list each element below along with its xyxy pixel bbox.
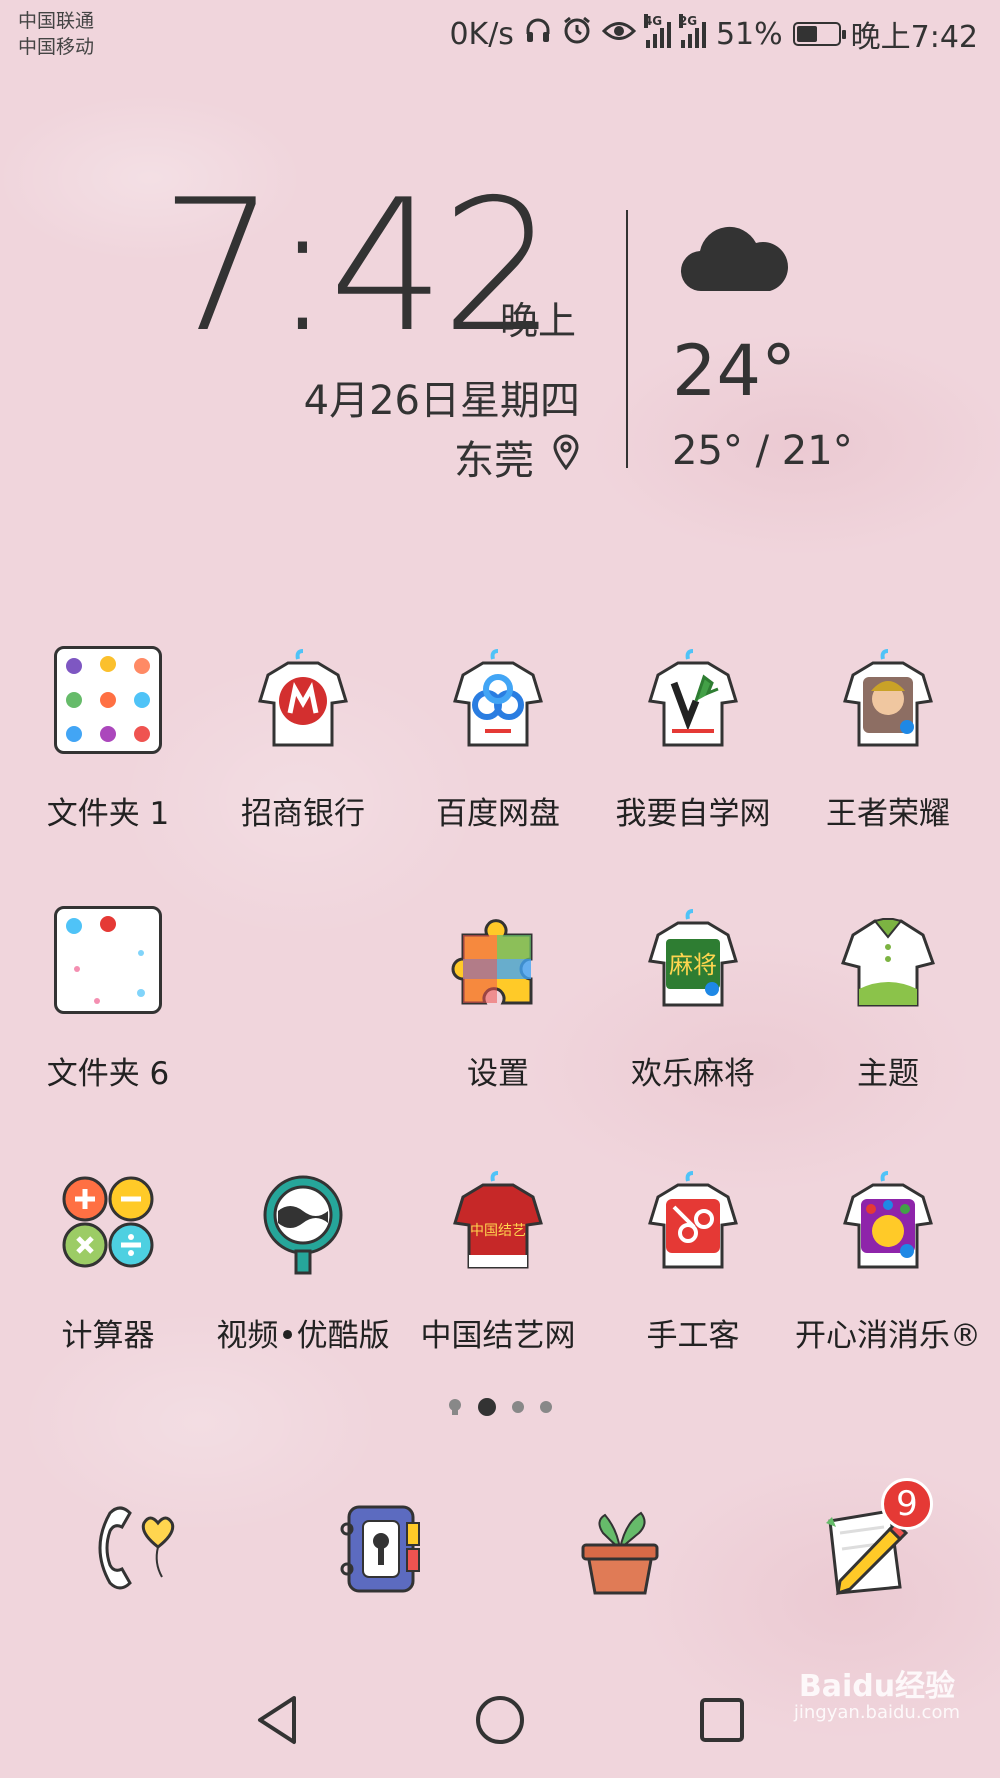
carrier-labels: 中国联通 中国移动 — [18, 8, 94, 60]
svg-text:麻将: 麻将 — [669, 951, 717, 979]
settings-puzzle-icon — [438, 900, 558, 1020]
weather-range: 25° / 21° — [672, 428, 853, 474]
app-calculator[interactable]: 计算器 — [10, 1162, 206, 1382]
app-baidu-netdisk[interactable]: 百度网盘 — [400, 640, 596, 860]
cloud-icon — [680, 215, 790, 299]
clock-time: 7:42 — [160, 160, 557, 372]
contacts-book-icon — [323, 1493, 433, 1607]
eye-comfort-icon — [601, 17, 637, 52]
app-label: 视频•优酷版 — [216, 1318, 390, 1354]
weather-temperature: 24° — [672, 330, 797, 412]
app-label: 计算器 — [61, 1318, 155, 1354]
app-cmb[interactable]: 招商银行 — [205, 640, 401, 860]
carrier-2: 中国移动 — [18, 36, 95, 58]
status-time: 晚上7:42 — [850, 20, 978, 55]
app-woyaozixue[interactable]: 我要自学网 — [595, 640, 791, 860]
clock-ampm: 晚上 — [500, 299, 577, 343]
dock-notes[interactable]: 9 — [805, 1478, 933, 1610]
app-label: 王者荣耀 — [826, 796, 950, 832]
app-folder-6[interactable]: 文件夹 6 — [10, 900, 206, 1120]
net-speed: 0K/s — [449, 16, 514, 52]
chinese-knot-icon: 中国结艺 — [438, 1162, 558, 1282]
battery-percent: 51% — [715, 16, 783, 52]
status-bar: 中国联通 中国移动 0K/s 4G 2G 51% 晚上7:42 — [0, 0, 1000, 64]
city-name: 东莞 — [454, 438, 534, 484]
dock-plant[interactable] — [560, 1490, 680, 1610]
status-icons: 0K/s 4G 2G 51% 晚上7:42 — [449, 14, 978, 55]
plant-pot-icon — [565, 1493, 675, 1607]
watermark-sub: jingyan.baidu.com — [793, 1702, 960, 1723]
app-label: 我要自学网 — [615, 796, 771, 832]
app-label: 中国结艺网 — [420, 1318, 576, 1354]
dock-contacts[interactable] — [318, 1490, 438, 1610]
page-dot-active[interactable] — [478, 1398, 496, 1416]
app-label: 欢乐麻将 — [631, 1056, 755, 1092]
page-dot[interactable] — [540, 1401, 552, 1413]
carrier-1: 中国联通 — [18, 10, 95, 32]
app-mahjong[interactable]: 麻将 欢乐麻将 — [595, 900, 791, 1120]
signal-2-icon: 2G — [678, 14, 706, 48]
watermark-main: Baidu经验 — [798, 1669, 956, 1704]
app-label: 招商银行 — [241, 796, 365, 832]
folder-icon — [48, 640, 168, 760]
clock-date: 4月26日星期四 — [303, 378, 580, 424]
clock-city: 东莞 — [454, 428, 580, 486]
nav-back-button[interactable] — [248, 1690, 308, 1750]
app-label: 手工客 — [646, 1318, 740, 1354]
app-wangzhe[interactable]: 王者荣耀 — [790, 640, 986, 860]
notification-badge: 9 — [881, 1478, 933, 1530]
app-settings[interactable]: 设置 — [400, 900, 596, 1120]
alarm-icon — [562, 15, 592, 53]
cmb-bank-icon — [243, 640, 363, 760]
theme-shirt-icon — [828, 900, 948, 1020]
app-label: 开心消消乐® — [795, 1318, 981, 1354]
nav-recents-button[interactable] — [692, 1690, 752, 1750]
app-label: 文件夹 1 — [46, 796, 170, 832]
folder-icon — [48, 900, 168, 1020]
phone-heart-icon — [80, 1493, 190, 1607]
mahjong-icon: 麻将 — [633, 900, 753, 1020]
app-knot[interactable]: 中国结艺 中国结艺网 — [400, 1162, 596, 1382]
baidu-watermark: Baidu经验 jingyan.baidu.com — [794, 1670, 960, 1723]
shougongke-icon — [633, 1162, 753, 1282]
app-label: 百度网盘 — [436, 796, 560, 832]
app-shougongke[interactable]: 手工客 — [595, 1162, 791, 1382]
happy-elimination-icon — [828, 1162, 948, 1282]
app-label: 主题 — [857, 1056, 919, 1092]
app-label: 文件夹 6 — [46, 1056, 170, 1092]
battery-icon — [792, 22, 846, 46]
nav-home-button[interactable] — [470, 1690, 530, 1750]
baidu-netdisk-icon — [438, 640, 558, 760]
app-label: 设置 — [467, 1056, 529, 1092]
app-xiaoxiaole[interactable]: 开心消消乐® — [790, 1162, 986, 1382]
svg-text:中国结艺: 中国结艺 — [470, 1223, 526, 1239]
youku-icon — [243, 1162, 363, 1282]
page-indicator[interactable] — [0, 1398, 1000, 1416]
app-folder-1[interactable]: 文件夹 1 — [10, 640, 206, 860]
signal-1-icon: 4G — [643, 14, 671, 48]
app-theme[interactable]: 主题 — [790, 900, 986, 1120]
honor-of-kings-icon — [828, 640, 948, 760]
app-youku[interactable]: 视频•优酷版 — [205, 1162, 401, 1382]
page-dot[interactable] — [512, 1401, 524, 1413]
bulb-icon[interactable] — [448, 1398, 462, 1416]
widget-divider — [626, 210, 628, 468]
location-pin-icon — [552, 434, 580, 480]
woyaozixue-icon — [633, 640, 753, 760]
dock-phone[interactable] — [75, 1490, 195, 1610]
headphones-icon — [524, 16, 552, 52]
calculator-icon — [48, 1162, 168, 1282]
